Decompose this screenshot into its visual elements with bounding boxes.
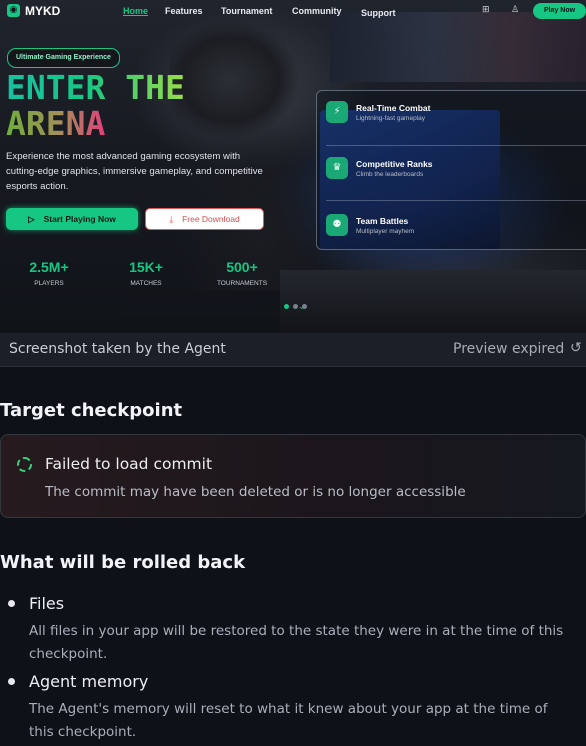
stat-matches: 15K+ MATCHES: [101, 259, 191, 287]
lightning-icon: ⚡: [326, 101, 348, 123]
feature-subtitle: Climb the leaderboards: [356, 171, 424, 178]
start-playing-label: Start Playing Now: [43, 214, 116, 224]
stat-label: TOURNAMENTS: [216, 280, 268, 287]
stat-value: 500+: [226, 259, 258, 275]
preview-nav: ◉ MYKD Home Features Tournament Communit…: [0, 0, 586, 22]
target-checkpoint-heading: Target checkpoint: [0, 400, 183, 421]
nav-link-support: Support: [361, 8, 396, 18]
feature-divider: [326, 200, 586, 201]
download-icon: ⤓: [169, 214, 174, 224]
feature-title: Team Battles: [356, 216, 409, 226]
hero-badge: Ultimate Gaming Experience: [7, 48, 120, 68]
free-download-label: Free Download: [182, 214, 240, 224]
checkpoint-error-message: The commit may have been deleted or is n…: [45, 484, 466, 500]
team-icon: ⚉: [326, 214, 348, 236]
stat-players: 2.5M+ PLAYERS: [4, 259, 94, 287]
preview-logo: MYKD: [25, 4, 61, 18]
stat-label: MATCHES: [130, 280, 162, 287]
feature-divider: [326, 145, 586, 146]
preview-screenshot: ◉ MYKD Home Features Tournament Communit…: [0, 0, 586, 333]
user-icon: ♙: [511, 5, 520, 15]
play-icon: ▷: [28, 214, 35, 224]
nav-link-features: Features: [165, 6, 203, 16]
feature-subtitle: Lightning-fast gameplay: [356, 115, 426, 122]
hero-title-line2: ARENA: [6, 104, 106, 143]
bullet-icon: [8, 678, 15, 685]
rollback-item-title: Agent memory: [29, 672, 149, 691]
features-panel: [316, 90, 586, 250]
stat-label: PLAYERS: [34, 280, 64, 287]
rollback-item-title: Files: [29, 594, 65, 613]
rollback-heading: What will be rolled back: [0, 552, 246, 573]
nav-link-community: Community: [292, 6, 342, 16]
gamepad-icon: ◉: [7, 4, 20, 17]
stat-value: 15K+: [129, 259, 163, 275]
preview-status: Preview expired: [453, 341, 565, 357]
nav-link-home: Home: [123, 6, 149, 16]
feature-title: Real-Time Combat: [356, 103, 431, 113]
stat-tournaments: 500+ TOURNAMENTS: [197, 259, 287, 287]
loading-spinner-icon: [17, 457, 32, 472]
feature-subtitle: Multiplayer mayhem: [356, 228, 415, 235]
background-screens: [330, 12, 586, 82]
screenshot-caption: Screenshot taken by the Agent: [9, 341, 226, 357]
preview-play-now-button: Play Now: [533, 3, 586, 19]
checkpoint-card: Failed to load commit The commit may hav…: [0, 434, 586, 518]
screenshot-bar: Screenshot taken by the Agent Preview ex…: [0, 333, 586, 367]
chevron-down-icon: ⌄: [298, 302, 306, 312]
free-download-button: ⤓ Free Download: [145, 208, 264, 230]
checkpoint-error-title: Failed to load commit: [45, 455, 213, 473]
stat-value: 2.5M+: [29, 259, 69, 275]
rollback-item-description: The Agent's memory will reset to what it…: [29, 701, 548, 740]
rollback-item-description: All files in your app will be restored t…: [29, 623, 564, 662]
hero-description: Experience the most advanced gaming ecos…: [6, 151, 263, 192]
feature-title: Competitive Ranks: [356, 159, 433, 169]
trophy-icon: ♛: [326, 157, 348, 179]
background-desk: [280, 270, 586, 333]
nav-link-tournament: Tournament: [221, 6, 273, 16]
start-playing-button: ▷ Start Playing Now: [6, 208, 138, 230]
bullet-icon: [8, 600, 15, 607]
cart-icon: ⊞: [482, 5, 490, 15]
hero-title-line1: ENTER THE: [6, 68, 185, 107]
history-icon[interactable]: ↺: [570, 340, 582, 356]
